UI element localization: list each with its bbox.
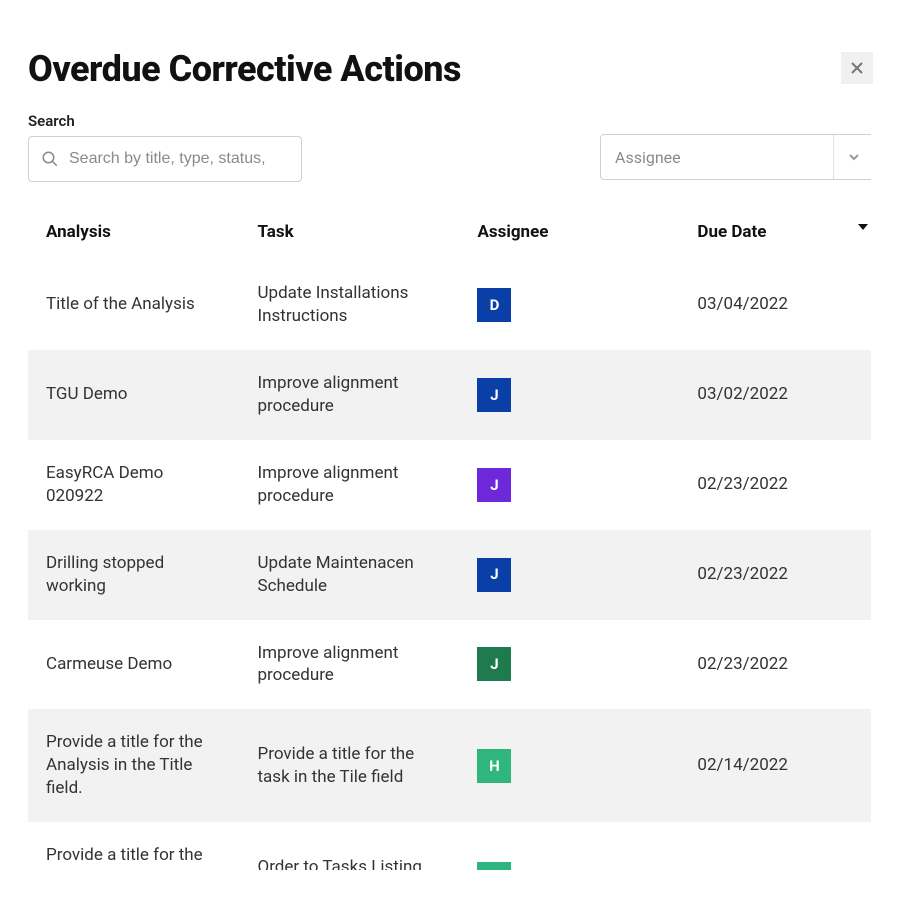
table-row[interactable]: Title of the AnalysisUpdate Installation… — [28, 260, 871, 350]
cell-analysis: Provide a title for the Analysis in the … — [28, 822, 240, 870]
search-box[interactable] — [28, 136, 302, 182]
cell-task: Improve alignment procedure — [240, 620, 460, 710]
cell-task: Provide a title for the task in the Tile… — [240, 709, 460, 822]
cell-assignee: J — [459, 350, 679, 440]
assignee-caret-box — [833, 135, 871, 179]
table-row[interactable]: EasyRCA Demo 020922Improve alignment pro… — [28, 440, 871, 530]
close-button[interactable] — [841, 52, 873, 84]
cell-analysis: Carmeuse Demo — [28, 620, 240, 710]
actions-table: Analysis Task Assignee Due Date Title of… — [28, 210, 871, 870]
search-input[interactable] — [69, 150, 289, 168]
cell-assignee: J — [459, 440, 679, 530]
cell-assignee: J — [459, 620, 679, 710]
col-analysis[interactable]: Analysis — [28, 210, 240, 260]
chevron-down-icon — [847, 150, 861, 164]
cell-due-date: 03/04/2022 — [679, 260, 871, 350]
cell-due-date: 02/01/2022 — [679, 822, 871, 870]
cell-analysis: Title of the Analysis — [28, 260, 240, 350]
table-row[interactable]: Drilling stopped workingUpdate Maintenac… — [28, 530, 871, 620]
assignee-avatar[interactable]: D — [477, 288, 511, 322]
assignee-avatar[interactable]: J — [477, 378, 511, 412]
cell-due-date: 02/23/2022 — [679, 440, 871, 530]
cell-due-date: 02/23/2022 — [679, 530, 871, 620]
search-icon — [41, 150, 59, 168]
cell-assignee: J — [459, 530, 679, 620]
cell-assignee: D — [459, 260, 679, 350]
cell-analysis: Provide a title for the Analysis in the … — [28, 709, 240, 822]
table-row[interactable]: Carmeuse DemoImprove alignment procedure… — [28, 620, 871, 710]
col-task[interactable]: Task — [240, 210, 460, 260]
assignee-avatar[interactable]: J — [477, 647, 511, 681]
cell-task: Update Maintenacen Schedule — [240, 530, 460, 620]
table-row[interactable]: Provide a title for the Analysis in the … — [28, 822, 871, 870]
table-row[interactable]: TGU DemoImprove alignment procedure J 03/0… — [28, 350, 871, 440]
col-due-date-label: Due Date — [697, 222, 766, 242]
cell-analysis: TGU Demo — [28, 350, 240, 440]
page-title: Overdue Corrective Actions — [28, 48, 461, 90]
sort-desc-icon — [858, 224, 868, 230]
assignee-avatar[interactable]: H — [477, 749, 511, 783]
cell-analysis: Drilling stopped working — [28, 530, 240, 620]
close-icon — [850, 61, 864, 75]
cell-task: Update Installations Instructions — [240, 260, 460, 350]
cell-due-date: 03/02/2022 — [679, 350, 871, 440]
assignee-select[interactable]: Assignee — [600, 134, 871, 180]
col-assignee[interactable]: Assignee — [459, 210, 679, 260]
assignee-avatar[interactable]: H — [477, 862, 511, 870]
content-scroll[interactable]: Search Assignee Analysis Task — [28, 110, 871, 870]
cell-assignee: H — [459, 709, 679, 822]
cell-due-date: 02/14/2022 — [679, 709, 871, 822]
cell-due-date: 02/23/2022 — [679, 620, 871, 710]
assignee-avatar[interactable]: J — [477, 468, 511, 502]
table-row[interactable]: Provide a title for the Analysis in the … — [28, 709, 871, 822]
cell-task: Order to Tasks Listing on Report — [240, 822, 460, 870]
cell-analysis: EasyRCA Demo 020922 — [28, 440, 240, 530]
cell-task: Improve alignment procedure — [240, 440, 460, 530]
cell-assignee: H — [459, 822, 679, 870]
col-due-date[interactable]: Due Date — [679, 210, 871, 260]
assignee-placeholder: Assignee — [615, 148, 681, 167]
cell-task: Improve alignment procedure — [240, 350, 460, 440]
assignee-avatar[interactable]: J — [477, 558, 511, 592]
search-label: Search — [28, 112, 302, 130]
